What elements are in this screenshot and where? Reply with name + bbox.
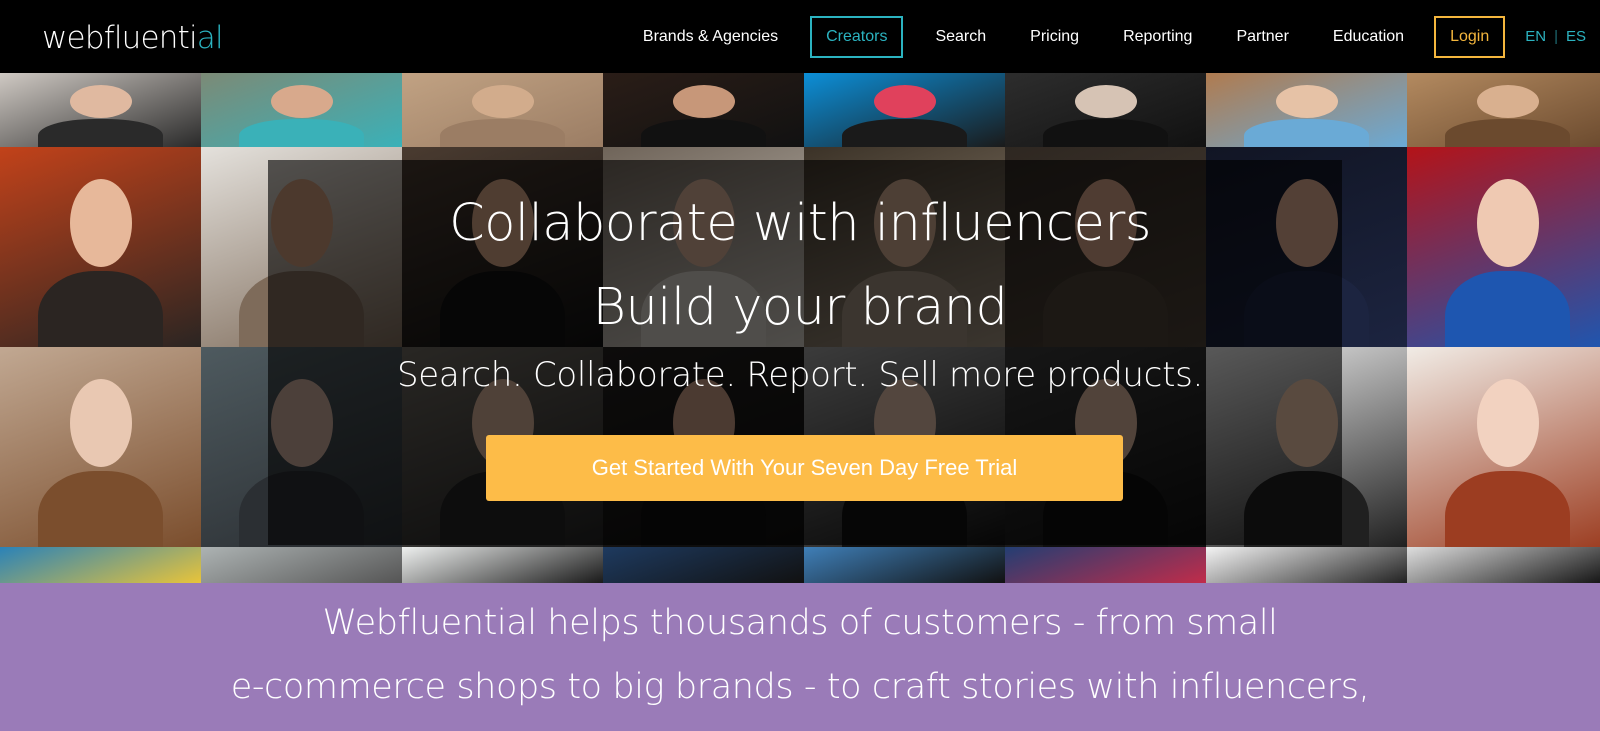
influencer-photo-tile <box>804 547 1005 583</box>
photo-silhouette-face <box>70 85 132 118</box>
logo-accent-text: al <box>196 20 224 56</box>
nav-partner[interactable]: Partner <box>1214 16 1310 58</box>
lang-divider: | <box>1554 28 1558 45</box>
nav-search[interactable]: Search <box>913 16 1008 58</box>
photo-silhouette-face <box>673 85 735 118</box>
photo-silhouette-face <box>1276 85 1338 118</box>
free-trial-button[interactable]: Get Started With Your Seven Day Free Tri… <box>486 435 1123 501</box>
photo-silhouette-body <box>38 471 163 547</box>
nav-reporting[interactable]: Reporting <box>1101 16 1214 58</box>
customers-band: Webfluential helps thousands of customer… <box>0 583 1600 731</box>
band-text-line-1: Webfluential helps thousands of customer… <box>322 603 1278 643</box>
photo-silhouette-body <box>1244 119 1369 147</box>
influencer-photo-tile <box>0 73 201 147</box>
influencer-photo-tile <box>1206 73 1407 147</box>
influencer-photo-tile <box>201 73 402 147</box>
photo-silhouette-body <box>239 119 364 147</box>
language-switcher: EN | ES <box>1525 28 1586 45</box>
nav-creators[interactable]: Creators <box>810 15 904 58</box>
influencer-photo-tile <box>0 547 201 583</box>
top-navbar: webfluential Brands & Agencies Creators … <box>0 0 1600 73</box>
nav-brands-agencies[interactable]: Brands & Agencies <box>621 16 800 58</box>
photo-silhouette-face <box>472 85 534 118</box>
influencer-photo-tile <box>1407 73 1600 147</box>
lang-en-link[interactable]: EN <box>1525 28 1546 45</box>
lang-es-link[interactable]: ES <box>1566 28 1586 45</box>
login-button[interactable]: Login <box>1434 15 1506 58</box>
hero-headline-1: Collaborate with influencers <box>449 194 1151 253</box>
influencer-photo-tile <box>1407 547 1600 583</box>
webfluential-logo[interactable]: webfluential <box>42 18 224 58</box>
photo-silhouette-body <box>1043 119 1168 147</box>
photo-silhouette-body <box>1445 119 1570 147</box>
hero-tagline: Search. Collaborate. Report. Sell more p… <box>396 355 1204 395</box>
hero-section: Collaborate with influencers Build your … <box>0 73 1600 583</box>
influencer-photo-tile <box>804 73 1005 147</box>
photo-silhouette-face <box>1477 85 1539 118</box>
photo-silhouette-body <box>1445 471 1570 547</box>
influencer-photo-tile <box>603 73 804 147</box>
nav-pricing[interactable]: Pricing <box>1008 16 1101 58</box>
influencer-photo-tile <box>402 547 603 583</box>
influencer-photo-tile <box>1005 73 1206 147</box>
influencer-photo-tile <box>201 547 402 583</box>
influencer-photo-tile <box>603 547 804 583</box>
nav-links: Brands & Agencies Creators Search Pricin… <box>621 0 1600 73</box>
photo-silhouette-body <box>38 119 163 147</box>
influencer-photo-tile <box>402 73 603 147</box>
influencer-photo-tile <box>1005 547 1206 583</box>
photo-silhouette-body <box>440 119 565 147</box>
photo-silhouette-body <box>641 119 766 147</box>
photo-silhouette-face <box>874 85 936 118</box>
band-text-line-2: e-commerce shops to big brands - to craf… <box>230 667 1370 707</box>
photo-silhouette-face <box>271 85 333 118</box>
photo-silhouette-body <box>842 119 967 147</box>
influencer-photo-tile <box>1206 547 1407 583</box>
nav-education[interactable]: Education <box>1311 16 1426 58</box>
hero-headline-2: Build your brand <box>592 278 1008 337</box>
photo-silhouette-face <box>1075 85 1137 118</box>
logo-text: webfluenti <box>42 20 198 56</box>
